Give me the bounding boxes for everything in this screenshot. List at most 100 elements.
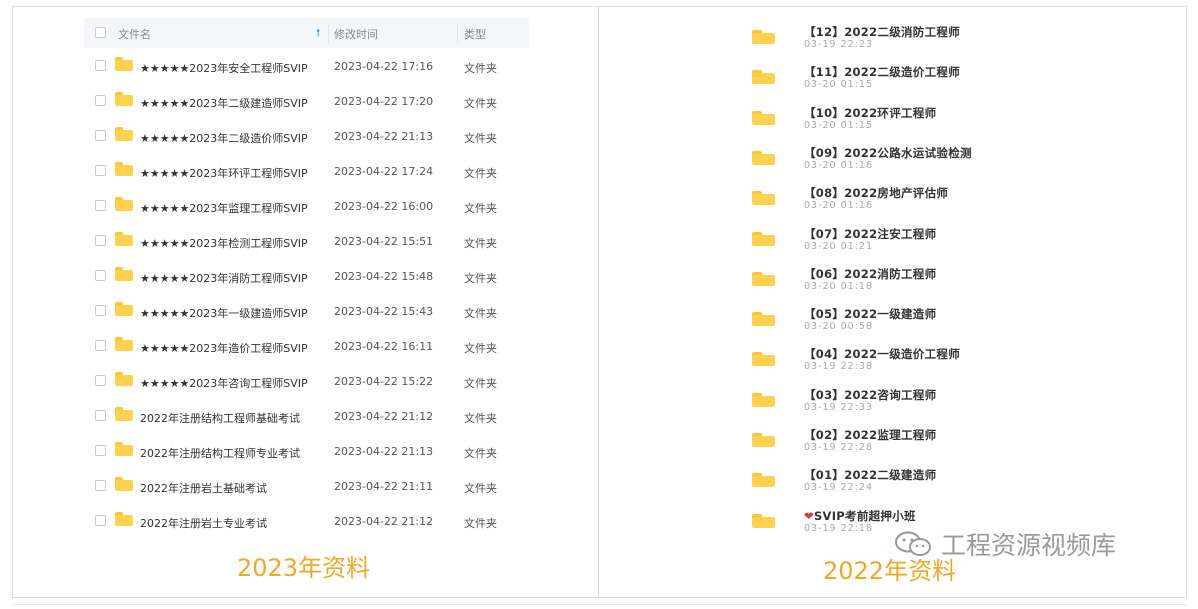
row-checkbox[interactable] — [95, 200, 106, 211]
folder-title-text: 【03】2022咨询工程师 — [804, 387, 937, 402]
row-checkbox[interactable] — [95, 480, 106, 491]
row-checkbox[interactable] — [95, 95, 106, 106]
file-row[interactable]: ★★★★★2023年咨询工程师SVIP 2023-04-22 15:22 文件夹 — [84, 363, 529, 398]
heart-icon: ❤ — [804, 508, 814, 523]
folder-title[interactable]: 【02】2022监理工程师 — [804, 427, 936, 443]
file-type: 文件夹 — [464, 167, 497, 180]
row-checkbox[interactable] — [95, 375, 106, 386]
folder-icon — [115, 162, 133, 176]
file-name[interactable]: ★★★★★2023年咨询工程师SVIP — [140, 375, 308, 391]
folder-date: 03-20 00:58 — [804, 321, 874, 333]
folder-icon — [752, 30, 775, 44]
folder-icon — [752, 312, 775, 327]
row-checkbox[interactable] — [95, 270, 106, 281]
select-all-checkbox[interactable] — [95, 27, 106, 38]
folder-date: 03-20 01:18 — [804, 280, 874, 292]
folder-title[interactable]: 【12】2022二级消防工程师 — [804, 24, 960, 40]
row-checkbox[interactable] — [95, 235, 106, 246]
folder-item[interactable]: 【09】2022公路水运试验检测 03-20 01:16 — [752, 145, 1172, 185]
folder-item[interactable]: 【05】2022一级建造师 03-20 00:58 — [752, 306, 1172, 346]
file-type: 文件夹 — [464, 377, 497, 390]
file-name[interactable]: ★★★★★2023年二级建造师SVIP — [140, 95, 308, 111]
row-checkbox[interactable] — [95, 60, 106, 71]
row-checkbox[interactable] — [95, 515, 106, 526]
folder-item[interactable]: 【04】2022一级造价工程师 03-19 22:38 — [752, 346, 1172, 386]
row-checkbox[interactable] — [95, 340, 106, 351]
folder-item[interactable]: 【06】2022消防工程师 03-20 01:18 — [752, 266, 1172, 306]
file-name[interactable]: ★★★★★2023年二级造价师SVIP — [140, 130, 308, 146]
file-type: 文件夹 — [464, 97, 497, 110]
folder-icon — [752, 70, 775, 85]
row-checkbox[interactable] — [95, 410, 106, 421]
folder-icon — [752, 513, 775, 528]
folder-item[interactable]: 【11】2022二级造价工程师 03-20 01:15 — [752, 64, 1172, 104]
file-name[interactable]: ★★★★★2023年消防工程师SVIP — [140, 270, 308, 286]
folder-icon — [115, 267, 133, 281]
file-row[interactable]: ★★★★★2023年环评工程师SVIP 2023-04-22 17:24 文件夹 — [84, 153, 529, 188]
file-row[interactable]: ★★★★★2023年检测工程师SVIP 2023-04-22 15:51 文件夹 — [84, 223, 529, 258]
folder-title[interactable]: 【01】2022二级建造师 — [804, 467, 936, 483]
file-name[interactable]: ★★★★★2023年一级建造师SVIP — [140, 305, 308, 321]
watermark-text: 工程资源视频库 — [941, 531, 1117, 560]
folder-icon — [752, 191, 775, 206]
row-checkbox[interactable] — [95, 305, 106, 316]
file-name[interactable]: ★★★★★2023年检测工程师SVIP — [140, 235, 308, 251]
file-row[interactable]: ★★★★★2023年二级建造师SVIP 2023-04-22 17:20 文件夹 — [84, 83, 529, 118]
file-name[interactable]: ★★★★★2023年环评工程师SVIP — [140, 165, 308, 181]
file-row[interactable]: ★★★★★2023年安全工程师SVIP 2023-04-22 17:16 文件夹 — [84, 48, 529, 83]
file-name[interactable]: ★★★★★2023年监理工程师SVIP — [140, 200, 308, 216]
file-name[interactable]: 2022年注册岩土基础考试 — [140, 480, 267, 496]
folder-item[interactable]: 【01】2022二级建造师 03-19 22:24 — [752, 467, 1172, 507]
file-row[interactable]: ★★★★★2023年监理工程师SVIP 2023-04-22 16:00 文件夹 — [84, 188, 529, 223]
folder-title[interactable]: 【07】2022注安工程师 — [804, 226, 936, 242]
folder-title[interactable]: 【03】2022咨询工程师 — [804, 387, 936, 403]
folder-item[interactable]: 【10】2022环评工程师 03-20 01:15 — [752, 105, 1172, 145]
folder-item[interactable]: 【07】2022注安工程师 03-20 01:21 — [752, 226, 1172, 266]
folder-title[interactable]: 【08】2022房地产评估师 — [804, 185, 948, 201]
folder-item[interactable]: 【02】2022监理工程师 03-19 22:28 — [752, 427, 1172, 467]
folder-title[interactable]: ❤SVIP考前超押小班 — [804, 508, 916, 524]
folder-date: 03-19 22:18 — [804, 522, 874, 534]
file-name[interactable]: 2022年注册岩土专业考试 — [140, 515, 267, 531]
folder-item[interactable]: 【03】2022咨询工程师 03-19 22:33 — [752, 387, 1172, 427]
file-row[interactable]: 2022年注册结构工程师基础考试 2023-04-22 21:12 文件夹 — [84, 398, 529, 433]
row-checkbox[interactable] — [95, 445, 106, 456]
folder-icon — [115, 197, 133, 211]
folder-title[interactable]: 【11】2022二级造价工程师 — [804, 64, 960, 80]
folder-title-text: 【12】2022二级消防工程师 — [804, 25, 961, 39]
folder-title[interactable]: 【05】2022一级建造师 — [804, 306, 936, 322]
file-list-header: 文件名 🠕 修改时间 类型 — [84, 18, 529, 48]
file-name[interactable]: ★★★★★2023年安全工程师SVIP — [140, 60, 308, 76]
row-checkbox[interactable] — [95, 130, 106, 141]
folder-title[interactable]: 【10】2022环评工程师 — [804, 105, 936, 121]
folder-title[interactable]: 【06】2022消防工程师 — [804, 266, 936, 282]
modified-time: 2023-04-22 21:13 — [334, 445, 434, 458]
folder-title[interactable]: 【04】2022一级造价工程师 — [804, 346, 960, 362]
file-list-2023: 文件名 🠕 修改时间 类型 ★★★★★2023年安全工程师SVIP 2023-04… — [84, 18, 529, 538]
file-row[interactable]: ★★★★★2023年一级建造师SVIP 2023-04-22 15:43 文件夹 — [84, 293, 529, 328]
file-name[interactable]: 2022年注册结构工程师基础考试 — [140, 410, 300, 426]
file-name[interactable]: ★★★★★2023年造价工程师SVIP — [140, 340, 308, 356]
folder-item[interactable]: 【12】2022二级消防工程师 03-19 22:23 — [752, 24, 1172, 64]
column-header-time[interactable]: 修改时间 — [334, 26, 378, 42]
file-row[interactable]: ★★★★★2023年消防工程师SVIP 2023-04-22 15:48 文件夹 — [84, 258, 529, 293]
file-row[interactable]: ★★★★★2023年造价工程师SVIP 2023-04-22 16:11 文件夹 — [84, 328, 529, 363]
folder-icon — [115, 477, 133, 491]
column-header-name[interactable]: 文件名 — [118, 26, 151, 42]
file-row[interactable]: 2022年注册岩土基础考试 2023-04-22 21:11 文件夹 — [84, 468, 529, 503]
file-row[interactable]: 2022年注册结构工程师专业考试 2023-04-22 21:13 文件夹 — [84, 433, 529, 468]
file-type: 文件夹 — [464, 342, 497, 355]
folder-icon — [115, 57, 133, 71]
folder-item[interactable]: 【08】2022房地产评估师 03-20 01:16 — [752, 185, 1172, 225]
folder-title[interactable]: 【09】2022公路水运试验检测 — [804, 145, 972, 161]
file-row[interactable]: ★★★★★2023年二级造价师SVIP 2023-04-22 21:13 文件夹 — [84, 118, 529, 153]
column-header-type[interactable]: 类型 — [464, 26, 486, 42]
sort-ascending-icon[interactable]: 🠕 — [316, 26, 320, 43]
modified-time: 2023-04-22 15:43 — [334, 305, 434, 318]
file-row[interactable]: 2022年注册岩土专业考试 2023-04-22 21:12 文件夹 — [84, 503, 529, 538]
modified-time: 2023-04-22 17:16 — [334, 60, 434, 73]
folder-icon — [115, 372, 133, 386]
folder-date: 03-19 22:38 — [804, 361, 874, 373]
row-checkbox[interactable] — [95, 165, 106, 176]
file-name[interactable]: 2022年注册结构工程师专业考试 — [140, 445, 300, 461]
